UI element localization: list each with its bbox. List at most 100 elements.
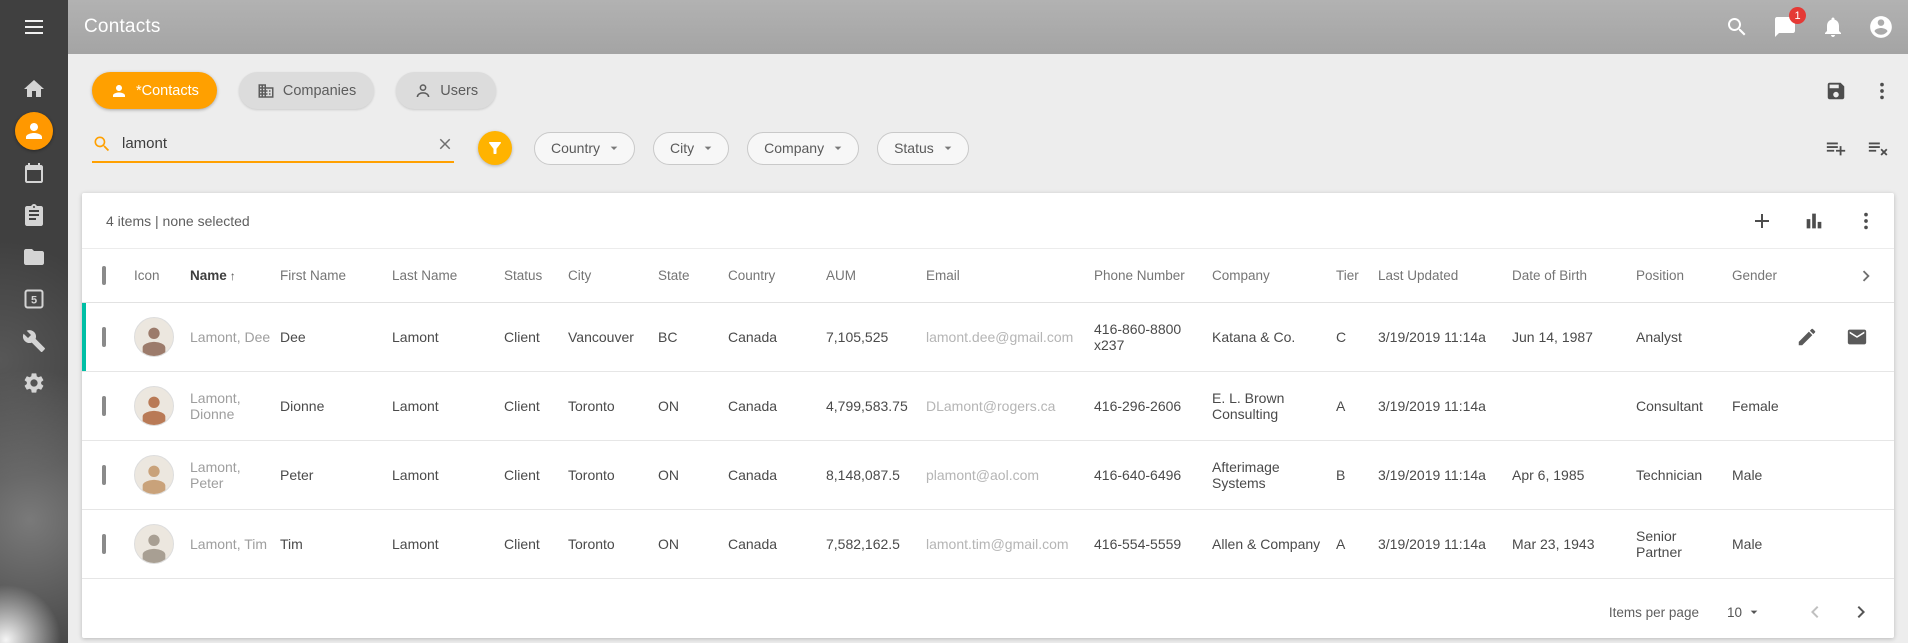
table-row[interactable]: Lamont, Dionne Dionne Lamont Client Toro… [82,372,1894,441]
row-checkbox[interactable] [102,327,106,347]
cell-status: Client [504,329,568,345]
cell-email: plamont@aol.com [926,467,1094,483]
cell-company: Afterimage Systems [1212,459,1336,491]
hamburger-menu-icon[interactable] [0,0,68,54]
tab-companies[interactable]: Companies [239,72,374,109]
pagination-bar: Items per page 10 [82,586,1894,638]
tab-contacts[interactable]: *Contacts [92,72,217,109]
sidebar-item-tools[interactable] [0,320,68,362]
cell-state: BC [658,329,728,345]
cell-tier: A [1336,398,1378,414]
messages-icon[interactable]: 1 [1772,14,1798,40]
cell-status: Client [504,467,568,483]
column-header-last-updated[interactable]: Last Updated [1378,268,1512,283]
column-header-aum[interactable]: AUM [826,268,926,283]
bell-icon[interactable] [1820,14,1846,40]
edit-pencil-icon[interactable] [1796,326,1818,348]
clear-search-icon[interactable] [436,135,454,153]
cell-city: Toronto [568,398,658,414]
row-checkbox[interactable] [102,396,106,416]
notification-badge: 1 [1789,7,1806,24]
cell-tier: A [1336,536,1378,552]
filter-city[interactable]: City [653,132,729,165]
filter-status[interactable]: Status [877,132,969,165]
topbar: Contacts 1 [68,0,1908,54]
add-record-icon[interactable] [1750,209,1774,233]
table-row[interactable]: Lamont, Tim Tim Lamont Client Toronto ON… [82,510,1894,579]
cell-name: Lamont, Dee [190,329,280,345]
table-options-icon[interactable] [1854,209,1878,233]
cell-last-name: Lamont [392,398,504,414]
column-header-tier[interactable]: Tier [1336,268,1378,283]
cell-gender: Male [1732,467,1796,483]
chevron-down-icon [830,140,846,156]
sidebar-item-calendar[interactable] [0,152,68,194]
sidebar-item-documents[interactable] [0,236,68,278]
filter-5-icon: 5 [15,280,53,318]
avatar [134,455,174,495]
account-icon[interactable] [1868,14,1894,40]
filter-company-label: Company [764,140,824,156]
scroll-columns-right-icon[interactable] [1854,264,1878,288]
cell-last-updated: 3/19/2019 11:14a [1378,329,1512,345]
gear-icon [15,364,53,402]
chevron-down-icon [1746,604,1762,620]
table-row[interactable]: Lamont, Peter Peter Lamont Client Toront… [82,441,1894,510]
sidebar-item-home[interactable] [0,68,68,110]
search-icon[interactable] [1724,14,1750,40]
sidebar-item-settings[interactable] [0,362,68,404]
cell-aum: 7,582,162.5 [826,536,926,552]
avatar [134,524,174,564]
column-header-city[interactable]: City [568,268,658,283]
cell-country: Canada [728,536,826,552]
more-options-icon[interactable] [1870,79,1894,103]
bar-chart-icon[interactable] [1802,209,1826,233]
sidebar-item-filter-5[interactable]: 5 [0,278,68,320]
add-filter-list-icon[interactable] [1824,136,1848,160]
person-icon [110,82,128,100]
search-icon [92,134,112,154]
column-header-gender[interactable]: Gender [1732,268,1796,283]
filter-country-label: Country [551,140,600,156]
filter-funnel-button[interactable] [478,131,512,165]
cell-phone: 416-640-6496 [1094,467,1212,483]
column-header-status[interactable]: Status [504,268,568,283]
column-header-name[interactable]: Name↑ [190,268,280,283]
save-icon[interactable] [1824,79,1848,103]
previous-page-icon[interactable] [1802,599,1828,625]
email-envelope-icon[interactable] [1846,326,1868,348]
page-size-value: 10 [1727,605,1742,620]
search-box [92,134,454,163]
column-header-country[interactable]: Country [728,268,826,283]
search-input[interactable] [122,135,426,152]
column-header-company[interactable]: Company [1212,268,1336,283]
filter-company[interactable]: Company [747,132,859,165]
sidebar-item-contacts[interactable] [0,110,68,152]
column-header-state[interactable]: State [658,268,728,283]
select-all-checkbox[interactable] [102,266,106,285]
table-row[interactable]: Lamont, Dee Dee Lamont Client Vancouver … [82,303,1894,372]
tab-users-label: Users [440,83,478,99]
clear-filter-list-icon[interactable] [1866,136,1890,160]
column-header-icon[interactable]: Icon [134,268,190,283]
filter-country[interactable]: Country [534,132,635,165]
column-header-date-of-birth[interactable]: Date of Birth [1512,268,1636,283]
row-checkbox[interactable] [102,534,106,554]
cell-date-of-birth: Jun 14, 1987 [1512,329,1636,345]
avatar [134,386,174,426]
user-icon [414,82,432,100]
column-header-position[interactable]: Position [1636,268,1732,283]
next-page-icon[interactable] [1848,599,1874,625]
column-header-email[interactable]: Email [926,268,1094,283]
card-header: 4 items | none selected [82,193,1894,249]
sidebar-item-tasks[interactable] [0,194,68,236]
page-size-select[interactable]: 10 [1727,604,1762,620]
column-header-phone[interactable]: Phone Number [1094,268,1212,283]
column-header-last-name[interactable]: Last Name [392,268,504,283]
cell-company: Katana & Co. [1212,329,1336,345]
tab-users[interactable]: Users [396,72,496,109]
chevron-down-icon [606,140,622,156]
row-checkbox[interactable] [102,465,106,485]
column-header-first-name[interactable]: First Name [280,268,392,283]
cell-position: Analyst [1636,329,1732,345]
